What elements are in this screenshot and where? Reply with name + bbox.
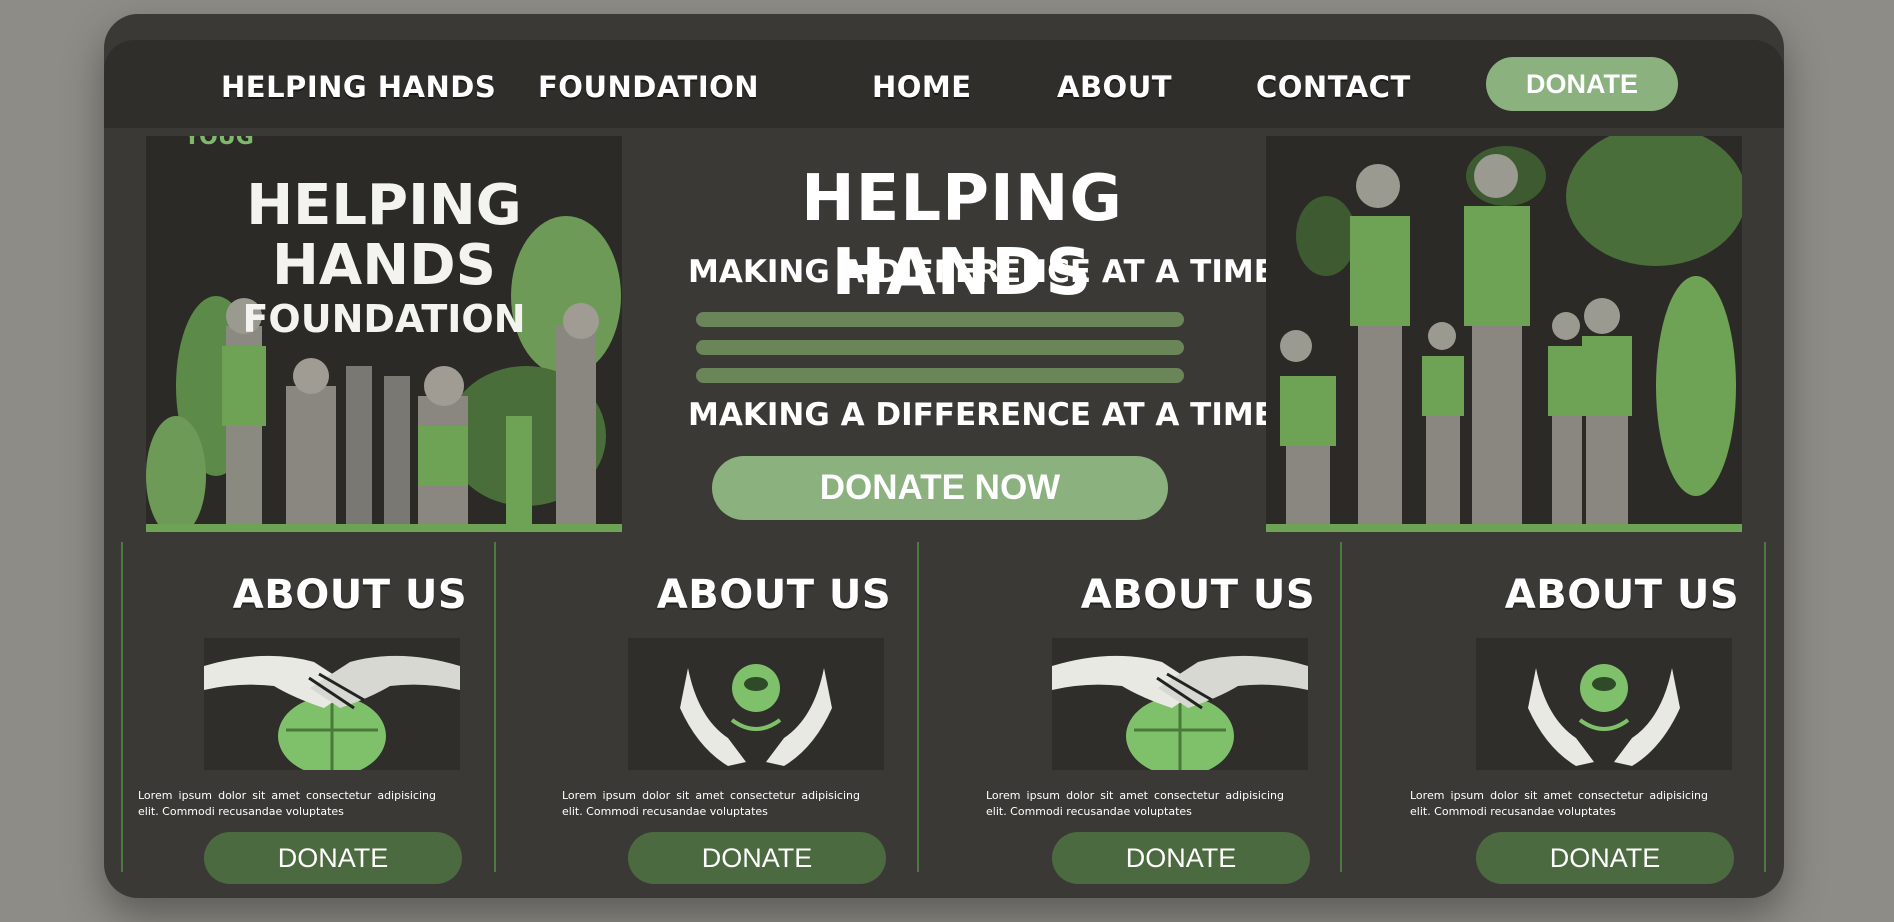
left-image-text-line2: HANDS xyxy=(272,233,496,298)
column-divider xyxy=(121,542,123,872)
feature-donate-button[interactable]: DONATE xyxy=(1052,832,1310,884)
left-image-corner-text: YOUG xyxy=(183,136,254,150)
feature-title: ABOUT US xyxy=(1504,572,1740,618)
feature-title: ABOUT US xyxy=(1080,572,1316,618)
site-card: HELPING HANDS FOUNDATION HOME ABOUT CONT… xyxy=(104,14,1784,898)
feature-description: Lorem ipsum dolor sit amet consectetur a… xyxy=(562,789,860,818)
decorative-bar xyxy=(696,312,1184,327)
hero-left-image: YOUG HELPING HANDS FOUNDATION xyxy=(146,136,622,532)
nav-link-contact[interactable]: CONTACT xyxy=(1256,70,1411,104)
left-image-text-line3: FOUNDATION xyxy=(242,297,525,341)
handshake-globe-icon xyxy=(1052,638,1308,776)
feature-title: ABOUT US xyxy=(656,572,892,618)
feature-donate-button[interactable]: DONATE xyxy=(204,832,462,884)
hero-tagline-bottom: MAKING A DIFFERENCE AT A TIME xyxy=(688,397,1275,433)
feature-donate-button[interactable]: DONATE xyxy=(1476,832,1734,884)
nav-link-about[interactable]: ABOUT xyxy=(1057,70,1172,104)
foundation-illustration: YOUG HELPING HANDS FOUNDATION xyxy=(146,136,622,532)
decorative-bar xyxy=(696,340,1184,355)
hero-tagline-top: MAKING A DIFFERENCE AT A TIME xyxy=(688,254,1275,290)
brand-name-part1[interactable]: HELPING HANDS xyxy=(221,70,496,104)
feature-description: Lorem ipsum dolor sit amet consectetur a… xyxy=(1410,789,1708,818)
hands-holding-globe-icon xyxy=(1476,638,1732,770)
hero-right-image xyxy=(1266,136,1742,532)
feature-donate-button[interactable]: DONATE xyxy=(628,832,886,884)
decorative-bar xyxy=(696,368,1184,383)
nav-donate-button[interactable]: DONATE xyxy=(1486,57,1678,111)
donate-now-button[interactable]: DONATE NOW xyxy=(712,456,1168,520)
feature-card: ABOUT US Lorem ipsum dolor sit amet cons… xyxy=(1410,554,1784,884)
handshake-globe-icon xyxy=(204,638,460,776)
nav-link-home[interactable]: HOME xyxy=(872,70,972,104)
left-image-text-line1: HELPING xyxy=(246,173,522,238)
feature-card: ABOUT US Lorem ipsum dolor sit amet cons… xyxy=(562,554,986,884)
hands-holding-globe-icon xyxy=(628,638,884,770)
feature-description: Lorem ipsum dolor sit amet consectetur a… xyxy=(138,789,436,818)
feature-card: ABOUT US Lorem ipsum dolor sit amet cons… xyxy=(138,554,562,884)
feature-description: Lorem ipsum dolor sit amet consectetur a… xyxy=(986,789,1284,818)
feature-title: ABOUT US xyxy=(232,572,468,618)
feature-card: ABOUT US Lorem ipsum dolor sit amet cons… xyxy=(986,554,1410,884)
brand-name-part2[interactable]: FOUNDATION xyxy=(538,70,759,104)
community-illustration xyxy=(1266,136,1742,532)
